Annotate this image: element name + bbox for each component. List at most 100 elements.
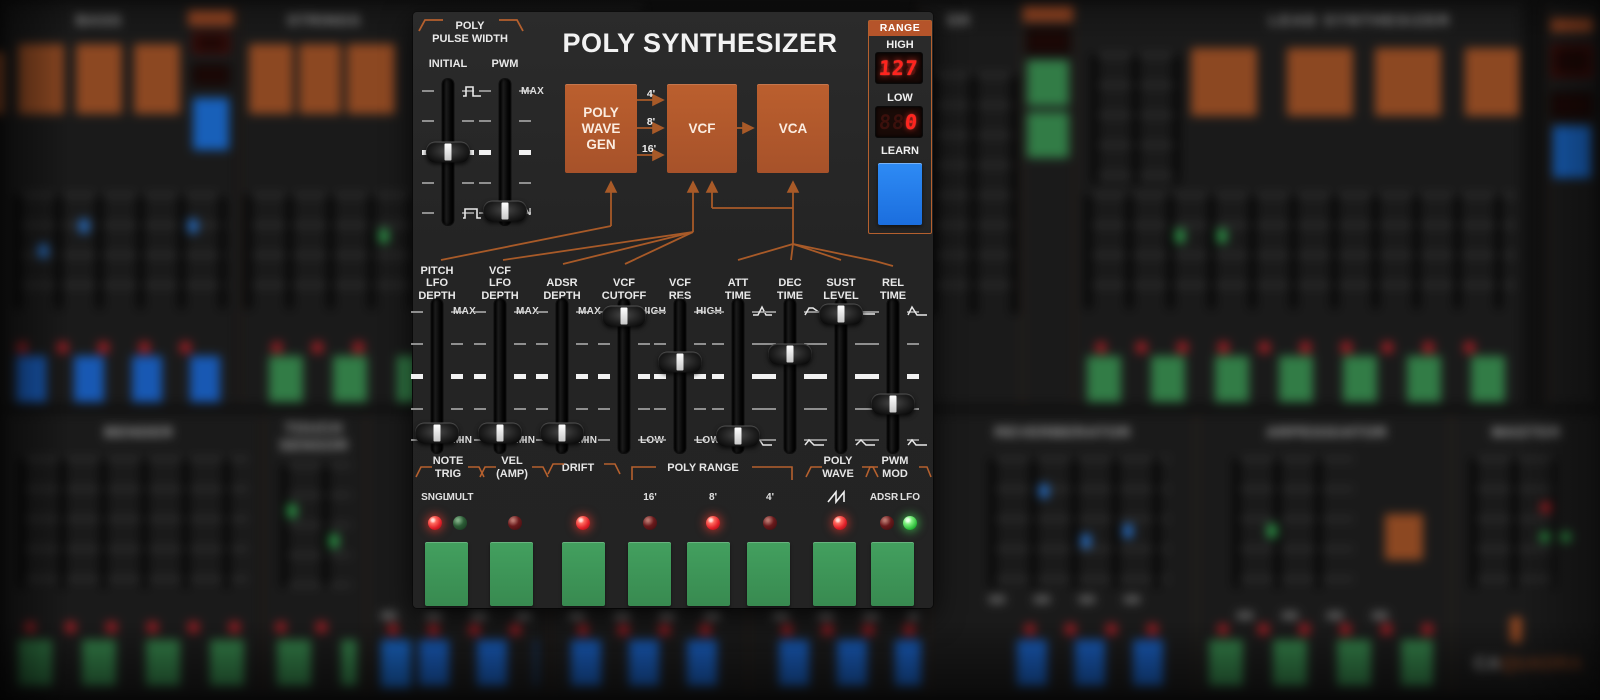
bg-module-title: TOUCH SENSOR	[269, 420, 359, 454]
bg-leds	[16, 342, 216, 353]
slider-track[interactable]	[675, 299, 686, 453]
bg-buttons	[16, 356, 234, 402]
slider-label: REL TIME	[845, 258, 941, 302]
bg-slider-handle	[79, 219, 89, 233]
bg-orange-box	[299, 44, 341, 114]
bracket-left-icon	[865, 464, 879, 478]
range-4-led	[763, 516, 777, 530]
panel-title: POLY SYNTHESIZER	[505, 28, 895, 59]
range-high-value: 127	[878, 53, 920, 83]
range-low-display: 888 0	[876, 107, 922, 137]
bg-orange-box	[1385, 514, 1423, 560]
pwm-mod-button[interactable]	[871, 542, 914, 606]
slider-handle[interactable]	[415, 423, 459, 444]
bg-sliders	[929, 74, 1019, 314]
pwm-lfo-led	[903, 516, 917, 530]
bg-leds	[577, 624, 722, 635]
bg-orange-box	[134, 44, 180, 114]
logo-quadra: QUADRA	[1501, 654, 1583, 674]
bg-labels	[381, 612, 531, 619]
tick-marks	[598, 306, 610, 446]
bracket-left-icon	[417, 17, 445, 33]
logo-ca: CA	[1474, 654, 1501, 674]
range-8-button[interactable]	[687, 542, 730, 606]
bg-slider-handle	[329, 534, 339, 548]
drift-button[interactable]	[562, 542, 605, 606]
tick-marks	[815, 306, 827, 446]
bg-learn-button	[1553, 126, 1591, 178]
bg-header	[1023, 6, 1073, 22]
poly-wave-button[interactable]	[813, 542, 856, 606]
slider-handle[interactable]	[540, 423, 584, 444]
lfo-label: LFO	[890, 492, 930, 503]
range-8-led	[706, 516, 720, 530]
slider-label: PWM	[463, 58, 547, 72]
bracket-right-icon	[497, 17, 525, 33]
bg-slider-handle	[1081, 534, 1091, 548]
bg-module-title: ER	[929, 12, 989, 29]
slider-handle[interactable]	[768, 343, 812, 364]
range-16-button[interactable]	[628, 542, 671, 606]
bg-sliders	[245, 194, 413, 309]
vel-amp-button[interactable]	[490, 542, 533, 606]
bg-labels	[989, 596, 1149, 603]
bg-module-touch: TOUCH SENSOR	[262, 414, 365, 696]
drift-led	[576, 516, 590, 530]
slider-handle[interactable]	[478, 423, 522, 444]
range-4-button[interactable]	[747, 542, 790, 606]
bg-indicators	[1540, 502, 1572, 513]
bg-sliders	[1233, 458, 1353, 588]
bracket-left-icon	[479, 464, 497, 478]
tick-marks	[867, 306, 879, 446]
bg-leds	[1217, 624, 1437, 635]
sngl-led	[428, 516, 442, 530]
slider-track[interactable]	[888, 299, 899, 453]
bracket-right-icon	[918, 464, 932, 478]
mult-led	[453, 516, 467, 530]
bg-buttons	[18, 640, 252, 686]
bg-display	[192, 64, 230, 86]
bg-module-lead: LEAD SYNTHESIZER	[1074, 4, 1521, 404]
bg-display	[1551, 92, 1593, 118]
bracket-left-icon	[547, 461, 565, 475]
slider-top-label: MAX	[521, 86, 557, 97]
bg-module-bender: BENDER	[4, 414, 260, 696]
bg-orange-box	[1465, 48, 1519, 116]
poly-synthesizer-panel: POLY SYNTHESIZER	[413, 12, 933, 608]
bg-buttons	[1209, 640, 1433, 686]
bg-buttons	[1017, 640, 1165, 686]
bg-leds	[1095, 342, 1505, 353]
slider-handle[interactable]	[483, 201, 527, 222]
bg-buttons	[277, 640, 357, 686]
bg-module-transpose	[1022, 4, 1073, 404]
bg-range-header	[188, 10, 234, 26]
bg-module-title: MASTER	[1452, 424, 1600, 441]
bg-buttons	[1087, 356, 1519, 402]
bracket-left-icon	[415, 464, 433, 478]
sawtooth-icon	[826, 489, 850, 504]
slider-track[interactable]	[785, 299, 796, 453]
slider-handle[interactable]	[426, 142, 470, 163]
slider-handle[interactable]	[819, 304, 863, 325]
bg-header	[1551, 18, 1593, 32]
bg-module-bass: BASS	[4, 4, 237, 404]
bg-logo-mark	[1510, 617, 1522, 643]
bracket-right-icon	[603, 461, 621, 475]
slider-handle[interactable]	[871, 394, 915, 415]
bg-display	[192, 32, 230, 54]
bg-buttons	[419, 640, 537, 686]
bg-slider-handle	[1267, 524, 1277, 538]
bg-buttons	[571, 640, 723, 686]
learn-button[interactable]	[878, 163, 922, 225]
slider-handle[interactable]	[716, 426, 760, 447]
poly-wave-led	[833, 516, 847, 530]
note-trig-button[interactable]	[425, 542, 468, 606]
slider-handle[interactable]	[602, 305, 646, 326]
bg-indicators	[1540, 532, 1572, 542]
bg-slider-handle	[1123, 524, 1133, 538]
vel-amp-led	[508, 516, 522, 530]
octave-label-4: 4'	[639, 88, 663, 100]
bg-orange-box	[249, 44, 293, 114]
mult-label: MULT	[440, 492, 480, 503]
slider-handle[interactable]	[658, 352, 702, 373]
